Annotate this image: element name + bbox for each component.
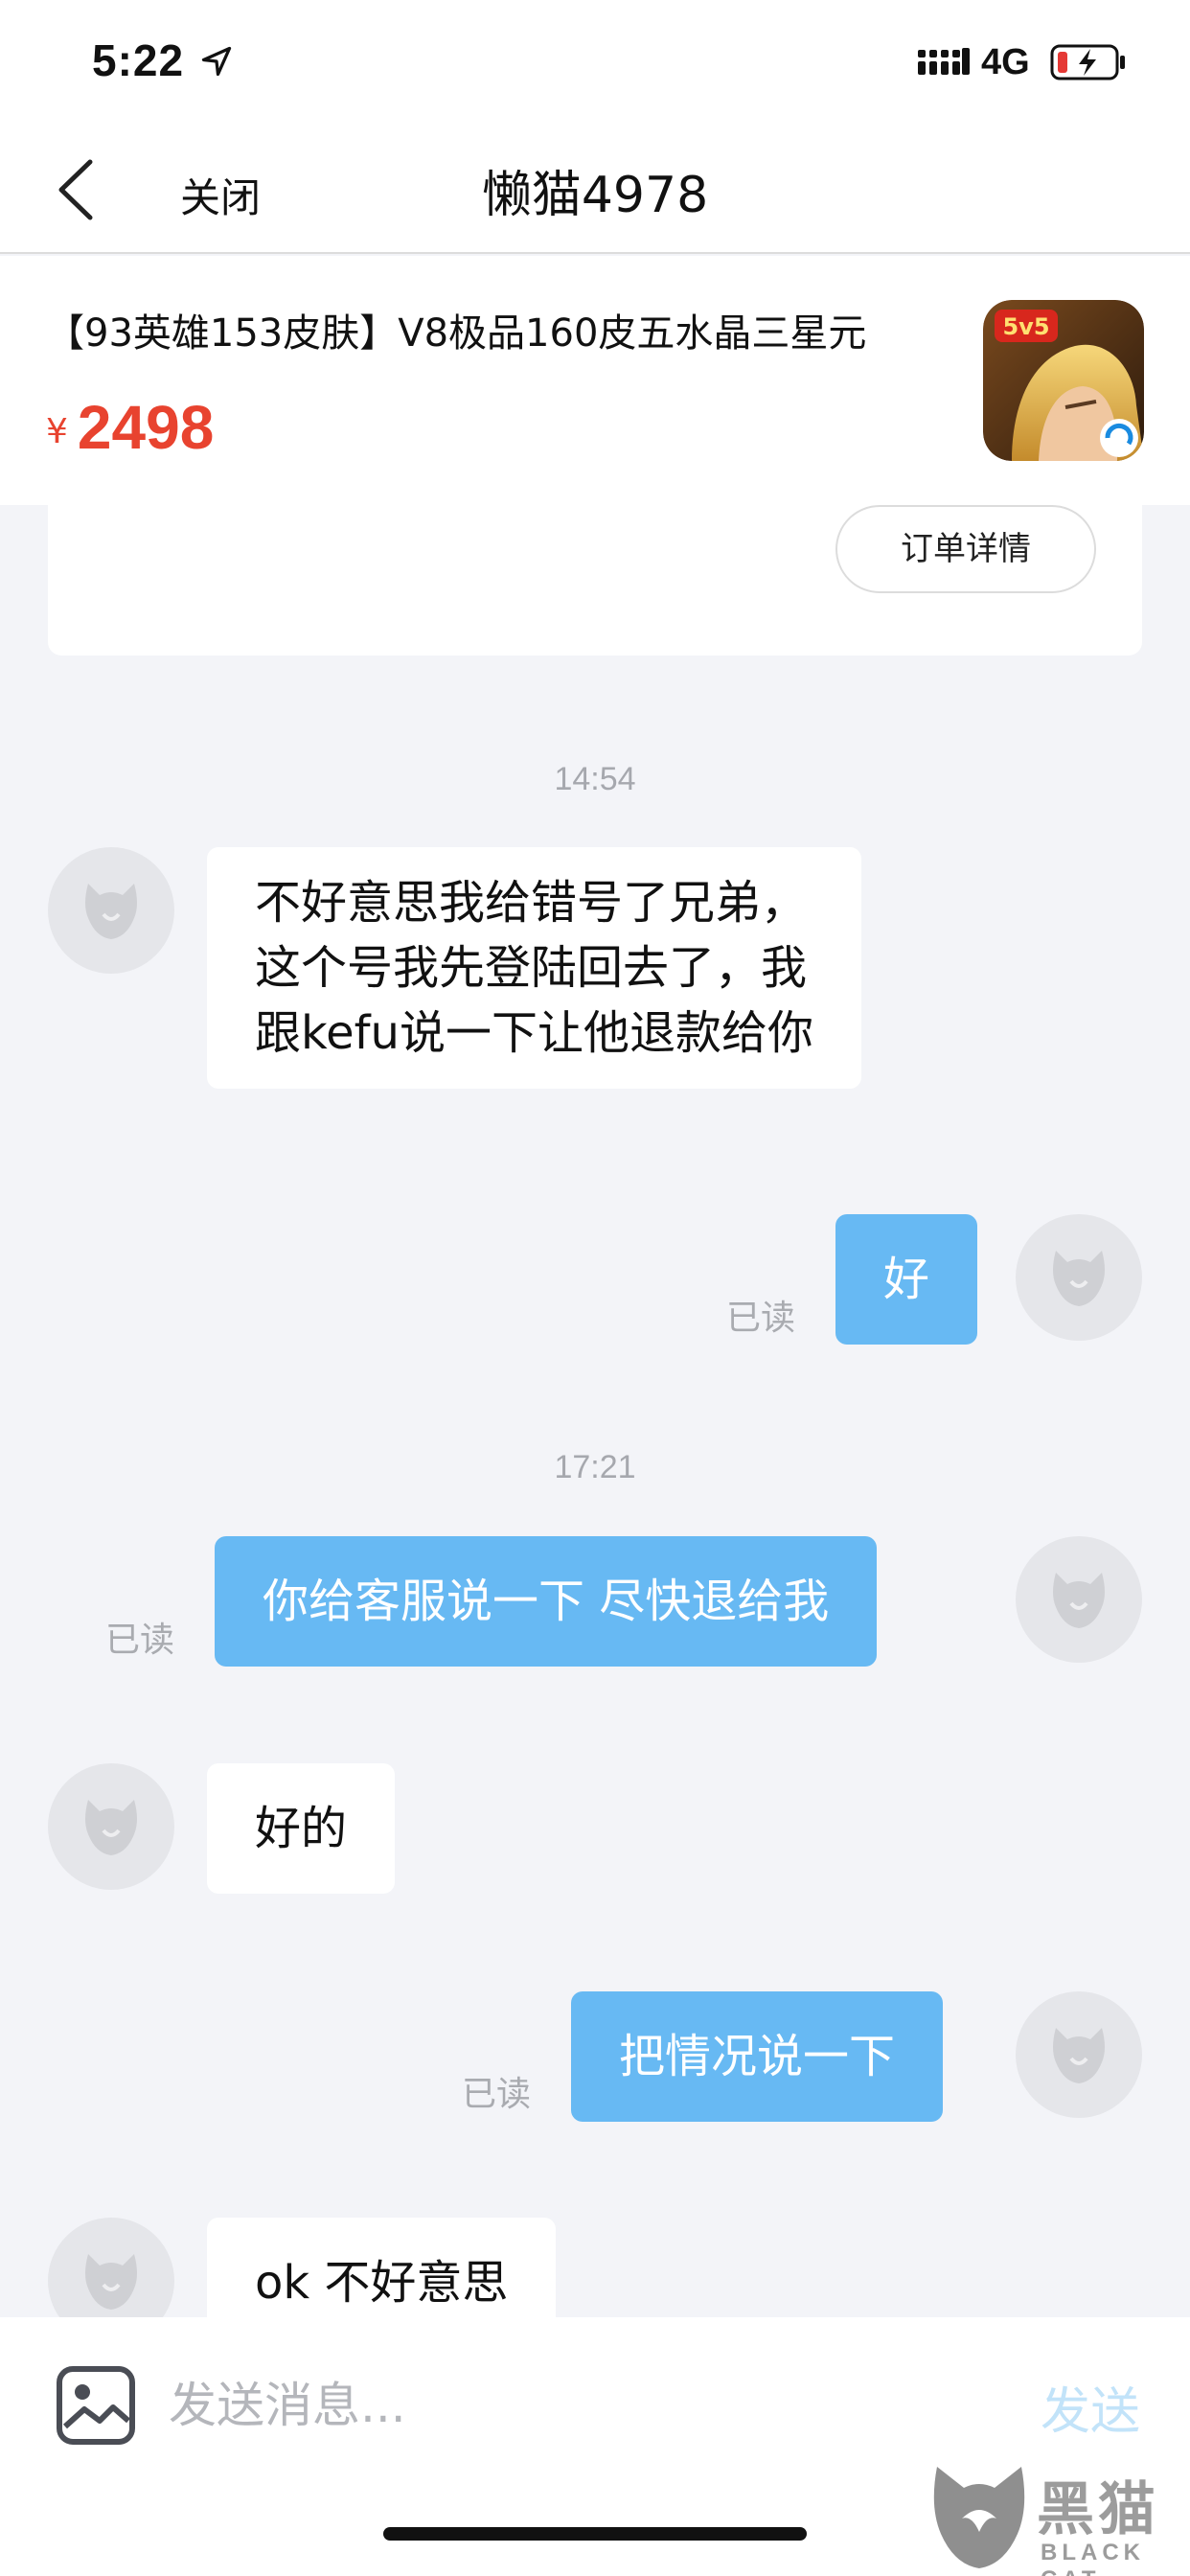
avatar[interactable]: [1016, 1536, 1142, 1663]
avatar[interactable]: [1016, 1214, 1142, 1341]
outgoing-message: 你给客服说一下 尽快退给我: [215, 1536, 878, 1667]
read-status: 已读: [462, 2075, 532, 2114]
order-detail-button[interactable]: 订单详情: [835, 505, 1096, 593]
product-title: 【93英雄153皮肤】V8极品160皮五水晶三星元: [46, 311, 867, 356]
location-arrow-icon: [201, 46, 232, 77]
watermark-subtitle: BLACK CAT: [1041, 2540, 1145, 2576]
avatar[interactable]: [48, 847, 174, 974]
network-type: 4G: [981, 42, 1030, 82]
timestamp: 17:21: [554, 1449, 636, 1485]
outgoing-message: 把情况说一下: [571, 1991, 944, 2122]
battery-charging-icon: [1050, 44, 1125, 80]
default-avatar-icon: [85, 1800, 137, 1855]
signal-strength-icon: [918, 48, 970, 75]
product-card[interactable]: 【93英雄153皮肤】V8极品160皮五水晶三星元 ¥2498 5v5: [0, 256, 1190, 505]
home-indicator: [383, 2527, 807, 2541]
currency-symbol: ¥: [46, 412, 68, 451]
chat-title: 懒猫4978: [481, 167, 709, 224]
status-bar: 5:22 4G: [0, 0, 1190, 129]
price-value: 2498: [77, 393, 215, 462]
default-avatar-icon: [1053, 1573, 1105, 1628]
incoming-message: 好的: [207, 1763, 396, 1894]
game-app-icon: 5v5: [983, 300, 1144, 461]
default-avatar-icon: [85, 2254, 137, 2310]
outgoing-message: 好: [835, 1214, 978, 1345]
default-avatar-icon: [85, 884, 137, 939]
read-status: 已读: [726, 1299, 796, 1338]
black-cat-logo-icon: [933, 2467, 1025, 2568]
image-picker-icon[interactable]: [56, 2365, 136, 2446]
default-avatar-icon: [1053, 2028, 1105, 2083]
product-price: ¥2498: [46, 392, 214, 463]
timestamp: 14:54: [554, 761, 636, 797]
watermark: 黑猫 BLACK CAT: [929, 2459, 1190, 2576]
message-input[interactable]: [169, 2358, 993, 2453]
order-card: 订单详情: [48, 505, 1142, 656]
game-icon-badge: 5v5: [1002, 313, 1049, 340]
incoming-message: 不好意思我给错号了兄弟， 这个号我先登陆回去了，我 跟kefu说一下让他退款给你: [207, 847, 861, 1089]
send-button[interactable]: 发送: [1041, 2371, 1140, 2443]
avatar[interactable]: [48, 1763, 174, 1890]
status-time: 5:22: [92, 35, 185, 85]
read-status: 已读: [105, 1621, 175, 1660]
default-avatar-icon: [1053, 1251, 1105, 1306]
watermark-name: 黑猫: [1037, 2476, 1159, 2543]
avatar[interactable]: [1016, 1991, 1142, 2118]
navigation-bar: 关闭 懒猫4978: [0, 129, 1190, 254]
